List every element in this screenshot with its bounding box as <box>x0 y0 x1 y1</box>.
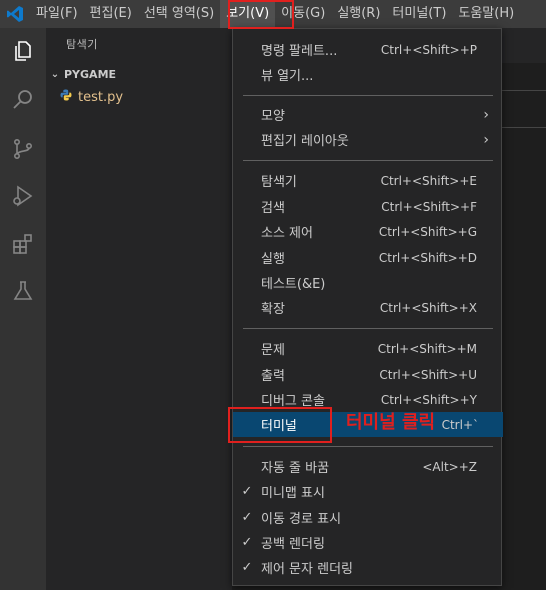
menu-show-breadcrumbs[interactable]: ✓ 이동 경로 표시 <box>233 505 501 530</box>
check-icon: ✓ <box>241 510 253 525</box>
folder-label: PYGAME <box>64 67 117 81</box>
menu-file[interactable]: 파일(F) <box>30 0 84 28</box>
menu-extensions[interactable]: 확장 Ctrl+<Shift>+X <box>233 295 501 320</box>
menu-editor-layout[interactable]: 편집기 레이아웃 › <box>233 127 501 152</box>
menu-source-control[interactable]: 소스 제어 Ctrl+<Shift>+G <box>233 219 501 244</box>
menu-run[interactable]: 실행(R) <box>331 0 386 28</box>
menu-appearance[interactable]: 모양 › <box>233 102 501 127</box>
files-icon[interactable] <box>8 36 38 66</box>
menu-render-whitespace[interactable]: ✓ 공백 렌더링 <box>233 530 501 555</box>
menu-terminal[interactable]: 터미널(T) <box>386 0 452 28</box>
file-test-py[interactable]: test.py <box>46 86 232 108</box>
menu-separator <box>243 328 493 329</box>
search-icon[interactable] <box>8 85 38 115</box>
view-menu-highlight-box <box>228 0 294 29</box>
menu-testing[interactable]: 테스트(&E) <box>233 270 501 295</box>
menu-problems[interactable]: 문제 Ctrl+<Shift>+M <box>233 336 501 361</box>
menu-show-minimap[interactable]: ✓ 미니맵 표시 <box>233 479 501 504</box>
annotation-text: 터미널 클릭 <box>346 412 436 433</box>
menu-run-view[interactable]: 실행 Ctrl+<Shift>+D <box>233 245 501 270</box>
menu-render-control-chars[interactable]: ✓ 제어 문자 렌더링 <box>233 555 501 580</box>
menu-open-view[interactable]: 뷰 열기... <box>233 62 501 87</box>
menu-selection[interactable]: 선택 영역(S) <box>138 0 220 28</box>
extensions-icon[interactable] <box>8 229 38 259</box>
explorer-sidebar: 탐색기 ⌄ PYGAME test.py <box>46 28 232 590</box>
menu-separator <box>243 160 493 161</box>
menu-help[interactable]: 도움말(H) <box>452 0 520 28</box>
menu-command-palette[interactable]: 명령 팔레트... Ctrl+<Shift>+P <box>233 37 501 62</box>
menu-explorer[interactable]: 탐색기 Ctrl+<Shift>+E <box>233 168 501 193</box>
chevron-right-icon: › <box>483 131 489 148</box>
menu-word-wrap[interactable]: 자동 줄 바꿈 <Alt>+Z <box>233 454 501 479</box>
menu-separator <box>243 446 493 447</box>
menu-edit[interactable]: 편집(E) <box>84 0 138 28</box>
chevron-right-icon: › <box>483 106 489 123</box>
source-control-icon[interactable] <box>8 134 38 164</box>
check-icon: ✓ <box>241 484 253 499</box>
activity-bar <box>0 28 46 590</box>
run-debug-icon[interactable] <box>8 181 38 211</box>
folder-pygame[interactable]: ⌄ PYGAME <box>46 64 232 84</box>
testing-icon[interactable] <box>8 276 38 306</box>
file-label: test.py <box>78 89 124 105</box>
check-icon: ✓ <box>241 560 253 575</box>
chevron-down-icon: ⌄ <box>50 68 60 80</box>
terminal-item-highlight-box <box>228 407 332 443</box>
menu-separator <box>243 95 493 96</box>
sidebar-title: 탐색기 <box>66 38 98 51</box>
view-menu-dropdown: 명령 팔레트... Ctrl+<Shift>+P 뷰 열기... 모양 › 편집… <box>232 28 503 586</box>
menu-search[interactable]: 검색 Ctrl+<Shift>+F <box>233 194 501 219</box>
menu-output[interactable]: 출력 Ctrl+<Shift>+U <box>233 362 501 387</box>
check-icon: ✓ <box>241 535 253 550</box>
vscode-logo-icon <box>0 0 30 28</box>
python-file-icon <box>60 89 72 105</box>
